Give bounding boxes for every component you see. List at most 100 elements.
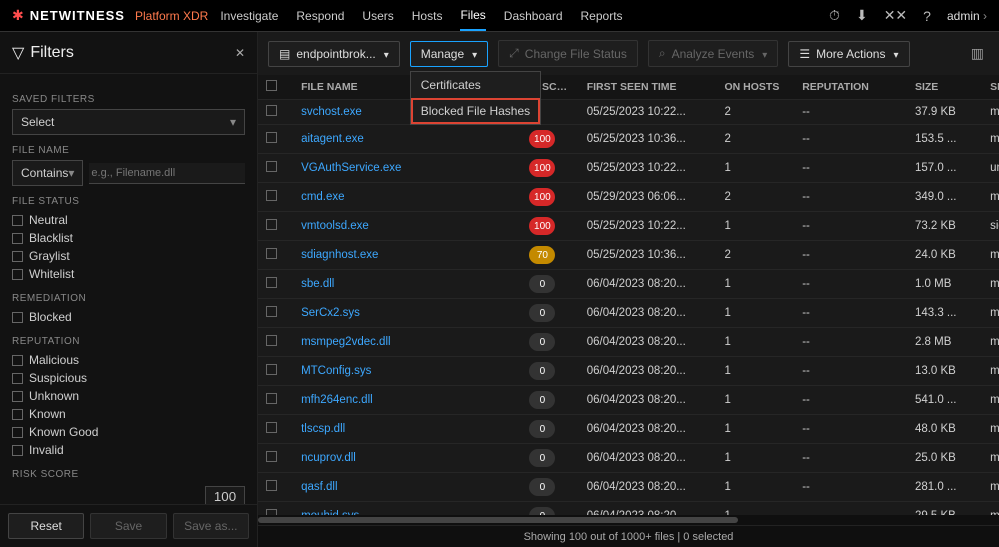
table-row[interactable]: aitagent.exe10005/25/2023 10:36...2--153… (258, 125, 999, 154)
col-on-hosts[interactable]: ON HOSTS (717, 75, 795, 100)
close-icon[interactable]: ✕ (235, 46, 245, 60)
file-link[interactable]: msmpeg2vdec.dll (301, 336, 390, 348)
file-link[interactable]: cmd.exe (301, 191, 344, 203)
file-link[interactable]: mfh264enc.dll (301, 394, 373, 406)
checkbox-icon[interactable] (266, 132, 277, 143)
change-status-button[interactable]: ⤢ Change File Status (498, 40, 638, 67)
file-link[interactable]: SerCx2.sys (301, 307, 360, 319)
more-actions-button[interactable]: ☰ More Actions (788, 41, 909, 67)
risk-max-input[interactable] (205, 486, 245, 504)
manage-button[interactable]: Manage (410, 41, 488, 67)
checkbox-icon[interactable] (266, 393, 277, 404)
table-row[interactable]: MTConfig.sys006/04/2023 08:20...1--13.0 … (258, 357, 999, 386)
reputation-invalid[interactable]: Invalid (12, 441, 245, 459)
save-button[interactable]: Save (90, 513, 166, 539)
file-status-graylist[interactable]: Graylist (12, 247, 245, 265)
timer-icon[interactable]: ⏱ (829, 7, 840, 24)
reputation-known[interactable]: Known (12, 405, 245, 423)
table-row[interactable]: vmtoolsd.exe10005/25/2023 10:22...1--73.… (258, 212, 999, 241)
reputation-malicious[interactable]: Malicious (12, 351, 245, 369)
checkbox-icon[interactable] (266, 248, 277, 259)
checkbox-icon[interactable] (266, 480, 277, 491)
file-status-blacklist[interactable]: Blacklist (12, 229, 245, 247)
table-row[interactable]: mfh264enc.dll006/04/2023 08:20...1--541.… (258, 386, 999, 415)
checkbox-icon[interactable] (266, 306, 277, 317)
file-link[interactable]: qasf.dll (301, 481, 337, 493)
nav-files[interactable]: Files (460, 1, 485, 31)
table-row[interactable]: svchost.exe05/25/2023 10:22...2--37.9 KB… (258, 100, 999, 125)
cell-size: 2.8 MB (907, 328, 982, 357)
nav-investigate[interactable]: Investigate (220, 2, 278, 30)
reset-button[interactable]: Reset (8, 513, 84, 539)
help-icon[interactable]: ? (923, 8, 931, 24)
file-link[interactable]: sbe.dll (301, 278, 334, 290)
table-row[interactable]: sbe.dll006/04/2023 08:20...1--1.0 MBmicr… (258, 270, 999, 299)
table-row[interactable]: VGAuthService.exe10005/25/2023 10:22...1… (258, 154, 999, 183)
analyze-button[interactable]: ⌕ Analyze Events (648, 40, 778, 67)
checkbox-icon[interactable] (266, 451, 277, 462)
col-size[interactable]: SIZE (907, 75, 982, 100)
service-select[interactable]: ▤ endpointbrok... (268, 41, 400, 67)
col-check[interactable] (258, 75, 293, 100)
nav-hosts[interactable]: Hosts (412, 2, 443, 30)
nav-users[interactable]: Users (362, 2, 393, 30)
remediation-blocked[interactable]: Blocked (12, 308, 245, 326)
horizontal-scrollbar[interactable] (258, 515, 999, 525)
menu-item-certificates[interactable]: Certificates (411, 72, 540, 98)
checkbox-icon[interactable] (266, 364, 277, 375)
file-link[interactable]: svchost.exe (301, 106, 362, 118)
checkbox-icon[interactable] (266, 219, 277, 230)
checkbox-icon[interactable] (266, 335, 277, 346)
file-link[interactable]: tlscsp.dll (301, 423, 345, 435)
file-name-input[interactable] (89, 163, 245, 184)
reputation-unknown[interactable]: Unknown (12, 387, 245, 405)
menu-item-blocked-hashes[interactable]: Blocked File Hashes (411, 98, 540, 124)
download-icon[interactable]: ⬇ (856, 7, 868, 24)
user-menu[interactable]: admin (947, 9, 987, 23)
remediation-label: REMEDIATION (12, 293, 245, 304)
checkbox-icon[interactable] (266, 190, 277, 201)
checkbox-icon[interactable] (266, 161, 277, 172)
tools-icon[interactable]: ✕✕ (884, 7, 907, 24)
checkbox-icon[interactable] (266, 80, 277, 91)
checkbox-label: Blocked (29, 310, 72, 324)
table-row[interactable]: qasf.dll006/04/2023 08:20...1--281.0 ...… (258, 473, 999, 502)
checkbox-icon[interactable] (266, 422, 277, 433)
table-row[interactable]: msmpeg2vdec.dll006/04/2023 08:20...1--2.… (258, 328, 999, 357)
nav-reports[interactable]: Reports (581, 2, 623, 30)
file-link[interactable]: aitagent.exe (301, 133, 364, 145)
reputation-suspicious[interactable]: Suspicious (12, 369, 245, 387)
checkbox-icon[interactable] (266, 277, 277, 288)
file-link[interactable]: sdiagnhost.exe (301, 249, 378, 261)
nav-dashboard[interactable]: Dashboard (504, 2, 563, 30)
file-link[interactable]: vmtoolsd.exe (301, 220, 369, 232)
checkbox-label: Graylist (29, 249, 70, 263)
checkbox-icon[interactable] (266, 105, 277, 116)
col-reputation[interactable]: REPUTATION (794, 75, 907, 100)
status-bar: Showing 100 out of 1000+ files | 0 selec… (258, 525, 999, 547)
table-row[interactable]: ncuprov.dll006/04/2023 08:20...1--25.0 K… (258, 444, 999, 473)
file-status-neutral[interactable]: Neutral (12, 211, 245, 229)
file-link[interactable]: ncuprov.dll (301, 452, 356, 464)
table-row[interactable]: sdiagnhost.exe7005/25/2023 10:36...2--24… (258, 241, 999, 270)
columns-button[interactable]: ▥ (966, 40, 989, 67)
save-as-button[interactable]: Save as... (173, 513, 249, 539)
table-row[interactable]: mouhid.sys006/04/2023 08:20...1--29.5 KB… (258, 502, 999, 516)
score-badge: 0 (529, 391, 555, 409)
saved-filters-select[interactable]: Select (12, 109, 245, 135)
reputation-known-good[interactable]: Known Good (12, 423, 245, 441)
file-link[interactable]: VGAuthService.exe (301, 162, 401, 174)
cell-reputation: -- (794, 473, 907, 502)
file-status-whitelist[interactable]: Whitelist (12, 265, 245, 283)
file-link[interactable]: MTConfig.sys (301, 365, 371, 377)
brand-sub: Platform XDR (135, 9, 208, 23)
table-row[interactable]: SerCx2.sys006/04/2023 08:20...1--143.3 .… (258, 299, 999, 328)
file-name-mode-select[interactable]: Contains (12, 160, 83, 186)
cell-signature: microsoft,signed,catal... (982, 502, 999, 516)
nav-respond[interactable]: Respond (296, 2, 344, 30)
cell-reputation: -- (794, 328, 907, 357)
table-row[interactable]: tlscsp.dll006/04/2023 08:20...1--48.0 KB… (258, 415, 999, 444)
table-row[interactable]: cmd.exe10005/29/2023 06:06...2--349.0 ..… (258, 183, 999, 212)
col-signature[interactable]: SIGNATURE (982, 75, 999, 100)
col-first-seen-time[interactable]: FIRST SEEN TIME (579, 75, 717, 100)
